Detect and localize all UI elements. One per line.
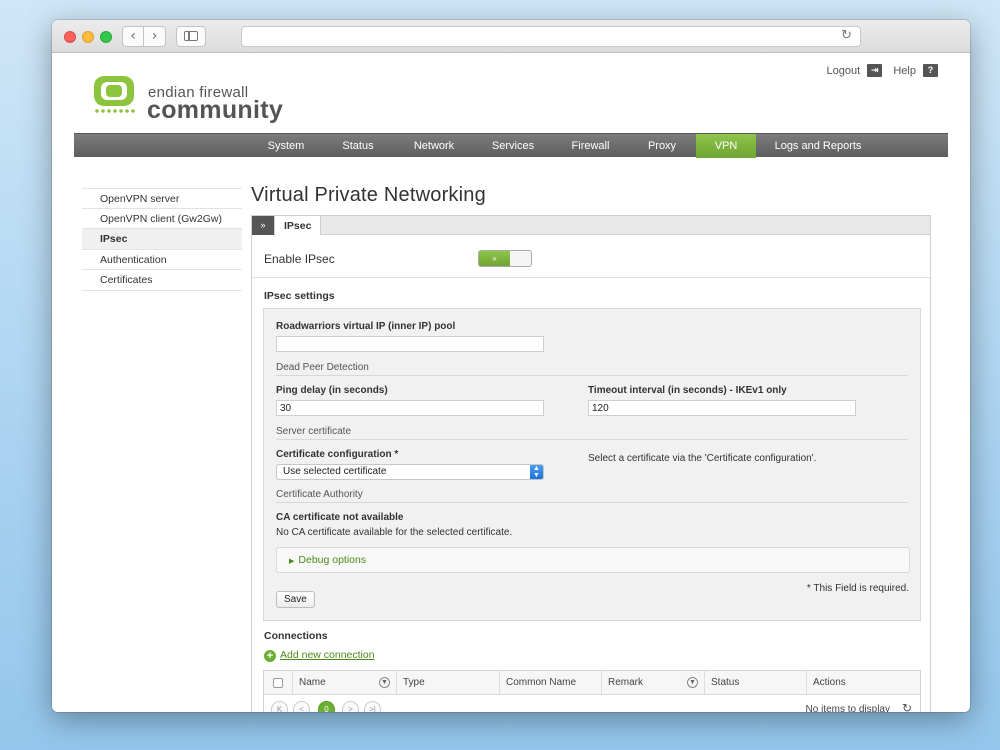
chevron-left-icon: ‹ (130, 28, 136, 44)
add-connection-link[interactable]: + Add new connection (264, 649, 375, 662)
logout-link[interactable]: Logout (827, 65, 861, 77)
sidebar-toggle-button[interactable] (176, 26, 206, 47)
page-title: Virtual Private Networking (251, 184, 486, 206)
ca-not-available-text: No CA certificate available for the sele… (276, 527, 513, 538)
column-common-name[interactable]: Common Name (499, 671, 601, 695)
nav-network[interactable]: Network (404, 134, 464, 158)
debug-options-label: Debug options (298, 554, 367, 566)
prev-page-button[interactable]: < (293, 701, 310, 712)
enable-ipsec-toggle[interactable]: » (478, 250, 532, 267)
next-page-button[interactable]: > (342, 701, 359, 712)
divider (276, 439, 908, 440)
tab-ipsec[interactable]: IPsec (274, 215, 322, 235)
help-icon[interactable]: ? (923, 64, 938, 77)
first-page-button[interactable]: K (271, 701, 288, 712)
main-content: Virtual Private Networking » IPsec Enabl… (251, 184, 931, 712)
nav-firewall[interactable]: Firewall (563, 134, 618, 158)
ipsec-settings-title: IPsec settings (264, 290, 335, 302)
address-bar[interactable]: ↻ (241, 26, 861, 47)
top-links: Logout ⇥ Help ? (827, 64, 938, 77)
minimize-window-button[interactable] (82, 31, 94, 43)
divider (276, 375, 908, 376)
plus-icon: + (264, 650, 276, 662)
column-remark[interactable]: Remark ▼ (601, 671, 704, 695)
nav-proxy[interactable]: Proxy (636, 134, 688, 158)
tab-bar: » IPsec (251, 215, 931, 235)
sidebar-item-openvpn-server[interactable]: OpenVPN server (82, 188, 242, 209)
column-remark-label: Remark (608, 677, 644, 688)
close-window-button[interactable] (64, 31, 76, 43)
ca-section-title: Certificate Authority (276, 489, 363, 500)
nav-status[interactable]: Status (330, 134, 386, 158)
divider (252, 277, 930, 278)
main-navigation: System Status Network Services Firewall … (74, 133, 948, 158)
sidebar-item-openvpn-client[interactable]: OpenVPN client (Gw2Gw) (82, 209, 242, 229)
nav-vpn[interactable]: VPN (696, 134, 756, 158)
endian-logo-mark (94, 76, 135, 113)
connections-title: Connections (264, 630, 328, 642)
browser-toolbar: ‹ › ↻ (52, 20, 970, 53)
nav-system[interactable]: System (258, 134, 314, 158)
column-type[interactable]: Type (396, 671, 499, 695)
logo-text-edition: community (147, 96, 284, 124)
cert-config-select[interactable]: Use selected certificate ▲ ▼ (276, 464, 544, 480)
ca-not-available-title: CA certificate not available (276, 512, 404, 523)
ipsec-settings-box: Roadwarriors virtual IP (inner IP) pool … (263, 308, 921, 621)
zoom-window-button[interactable] (100, 31, 112, 43)
table-header: Name ▼ Type Common Name Remark ▼ Status … (264, 671, 920, 695)
timeout-label: Timeout interval (in seconds) - IKEv1 on… (588, 385, 787, 396)
sidebar-item-ipsec[interactable]: IPsec (82, 229, 242, 250)
web-page: endian firewall community Logout ⇥ Help … (52, 54, 970, 712)
debug-options-expander[interactable]: ▶ Debug options (276, 547, 910, 573)
toggle-on-icon: » (479, 251, 510, 266)
side-navigation: OpenVPN server OpenVPN client (Gw2Gw) IP… (82, 188, 242, 291)
select-arrows-icon: ▲ ▼ (530, 465, 543, 479)
help-link[interactable]: Help (893, 65, 916, 77)
ipsec-panel: Enable IPsec » IPsec settings Roadwarrio… (251, 235, 931, 712)
last-page-button[interactable]: >| (364, 701, 381, 712)
column-status[interactable]: Status (704, 671, 806, 695)
required-note: * This Field is required. (806, 583, 909, 594)
save-button[interactable]: Save (276, 591, 315, 608)
back-button[interactable]: ‹ (122, 26, 144, 47)
nav-services[interactable]: Services (483, 134, 543, 158)
sort-icon[interactable]: ▼ (687, 677, 698, 688)
pool-input[interactable] (276, 336, 544, 352)
select-all-checkbox[interactable] (273, 678, 283, 688)
enable-ipsec-label: Enable IPsec (264, 252, 335, 266)
table-pager: K < 0 > >| No items to display ↻ (264, 696, 920, 712)
chevron-right-icon: › (151, 28, 158, 44)
sidebar-icon (184, 31, 198, 41)
ping-delay-label: Ping delay (in seconds) (276, 385, 388, 396)
column-name-label: Name (299, 677, 326, 688)
forward-button[interactable]: › (144, 26, 166, 47)
nav-logs-and-reports[interactable]: Logs and Reports (768, 134, 868, 158)
empty-table-message: No items to display (805, 704, 890, 712)
current-page-indicator: 0 (318, 701, 335, 712)
connections-table: Name ▼ Type Common Name Remark ▼ Status … (263, 670, 921, 712)
cert-config-hint: Select a certificate via the 'Certificat… (588, 453, 817, 464)
sort-icon[interactable]: ▼ (379, 677, 390, 688)
column-name[interactable]: Name ▼ (292, 671, 396, 695)
logout-icon[interactable]: ⇥ (867, 64, 883, 77)
column-actions: Actions (806, 671, 921, 695)
reload-icon[interactable]: ↻ (841, 28, 852, 43)
ping-delay-input[interactable] (276, 400, 544, 416)
pool-label: Roadwarriors virtual IP (inner IP) pool (276, 321, 456, 332)
divider (276, 502, 908, 503)
sidebar-item-authentication[interactable]: Authentication (82, 250, 242, 270)
add-connection-label: Add new connection (280, 649, 375, 661)
server-cert-section-title: Server certificate (276, 426, 352, 437)
cert-config-value: Use selected certificate (283, 466, 387, 477)
browser-window: ‹ › ↻ endian firewall community Logout ⇥ (52, 20, 970, 712)
refresh-icon[interactable]: ↻ (902, 701, 912, 712)
sidebar-item-certificates[interactable]: Certificates (82, 270, 242, 291)
cert-config-label: Certificate configuration * (276, 449, 399, 460)
tab-collapse-icon[interactable]: » (252, 216, 274, 235)
triangle-right-icon: ▶ (289, 558, 295, 565)
dpd-section-title: Dead Peer Detection (276, 362, 369, 373)
timeout-input[interactable] (588, 400, 856, 416)
